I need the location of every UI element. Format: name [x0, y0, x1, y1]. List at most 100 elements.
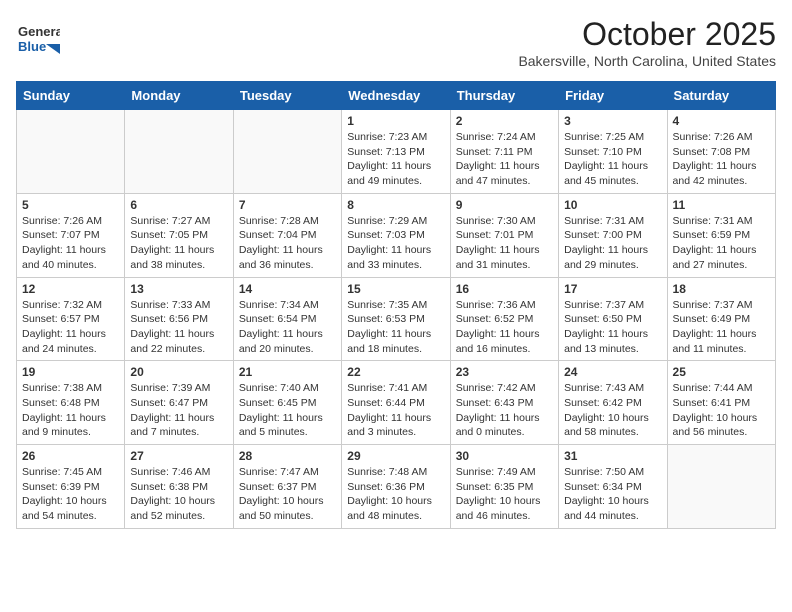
logo-icon: General Blue	[16, 16, 60, 60]
day-info: Sunrise: 7:42 AM Sunset: 6:43 PM Dayligh…	[456, 381, 553, 440]
col-header-monday: Monday	[125, 82, 233, 110]
day-number: 29	[347, 449, 444, 463]
day-info: Sunrise: 7:33 AM Sunset: 6:56 PM Dayligh…	[130, 298, 227, 357]
calendar-cell: 16 Sunrise: 7:36 AM Sunset: 6:52 PM Dayli…	[450, 277, 558, 361]
calendar-cell: 1Sunrise: 7:23 AM Sunset: 7:13 PM Daylig…	[342, 110, 450, 194]
day-number: 3	[564, 114, 661, 128]
day-number: 9	[456, 198, 553, 212]
calendar-cell: 25Sunrise: 7:44 AM Sunset: 6:41 PM Dayli…	[667, 361, 775, 445]
day-info: Sunrise: 7:50 AM Sunset: 6:34 PM Dayligh…	[564, 465, 661, 524]
calendar-cell: 12 Sunrise: 7:32 AM Sunset: 6:57 PM Dayli…	[17, 277, 125, 361]
location: Bakersville, North Carolina, United Stat…	[518, 53, 776, 69]
page-header: General Blue October 2025 Bakersville, N…	[16, 16, 776, 69]
day-info: Sunrise: 7:40 AM Sunset: 6:45 PM Dayligh…	[239, 381, 336, 440]
day-number: 24	[564, 365, 661, 379]
calendar-cell: 5 Sunrise: 7:26 AM Sunset: 7:07 PM Daylig…	[17, 193, 125, 277]
day-number: 18	[673, 282, 770, 296]
day-info: Sunrise: 7:25 AM Sunset: 7:10 PM Dayligh…	[564, 130, 661, 189]
calendar-week-row: 26 Sunrise: 7:45 AM Sunset: 6:39 PM Dayli…	[17, 445, 776, 529]
month-title: October 2025	[518, 16, 776, 53]
day-number: 8	[347, 198, 444, 212]
calendar-cell	[125, 110, 233, 194]
calendar-cell: 4 Sunrise: 7:26 AM Sunset: 7:08 PM Daylig…	[667, 110, 775, 194]
day-info: Sunrise: 7:26 AM Sunset: 7:07 PM Dayligh…	[22, 214, 119, 273]
calendar-cell: 10Sunrise: 7:31 AM Sunset: 7:00 PM Dayli…	[559, 193, 667, 277]
day-info: Sunrise: 7:26 AM Sunset: 7:08 PM Dayligh…	[673, 130, 770, 189]
day-number: 22	[347, 365, 444, 379]
day-info: Sunrise: 7:49 AM Sunset: 6:35 PM Dayligh…	[456, 465, 553, 524]
calendar-cell: 21 Sunrise: 7:40 AM Sunset: 6:45 PM Dayli…	[233, 361, 341, 445]
day-info: Sunrise: 7:47 AM Sunset: 6:37 PM Dayligh…	[239, 465, 336, 524]
day-number: 4	[673, 114, 770, 128]
day-info: Sunrise: 7:46 AM Sunset: 6:38 PM Dayligh…	[130, 465, 227, 524]
day-info: Sunrise: 7:24 AM Sunset: 7:11 PM Dayligh…	[456, 130, 553, 189]
day-number: 28	[239, 449, 336, 463]
calendar-cell: 15 Sunrise: 7:35 AM Sunset: 6:53 PM Dayli…	[342, 277, 450, 361]
calendar-week-row: 12 Sunrise: 7:32 AM Sunset: 6:57 PM Dayli…	[17, 277, 776, 361]
day-number: 12	[22, 282, 119, 296]
day-number: 13	[130, 282, 227, 296]
day-number: 21	[239, 365, 336, 379]
calendar-cell	[17, 110, 125, 194]
calendar-cell	[233, 110, 341, 194]
day-info: Sunrise: 7:34 AM Sunset: 6:54 PM Dayligh…	[239, 298, 336, 357]
day-number: 31	[564, 449, 661, 463]
day-number: 11	[673, 198, 770, 212]
col-header-sunday: Sunday	[17, 82, 125, 110]
calendar-cell: 13 Sunrise: 7:33 AM Sunset: 6:56 PM Dayli…	[125, 277, 233, 361]
day-info: Sunrise: 7:23 AM Sunset: 7:13 PM Dayligh…	[347, 130, 444, 189]
day-info: Sunrise: 7:43 AM Sunset: 6:42 PM Dayligh…	[564, 381, 661, 440]
day-number: 30	[456, 449, 553, 463]
calendar-cell: 23 Sunrise: 7:42 AM Sunset: 6:43 PM Dayli…	[450, 361, 558, 445]
day-info: Sunrise: 7:28 AM Sunset: 7:04 PM Dayligh…	[239, 214, 336, 273]
calendar-cell: 8 Sunrise: 7:29 AM Sunset: 7:03 PM Daylig…	[342, 193, 450, 277]
day-info: Sunrise: 7:39 AM Sunset: 6:47 PM Dayligh…	[130, 381, 227, 440]
calendar-week-row: 1Sunrise: 7:23 AM Sunset: 7:13 PM Daylig…	[17, 110, 776, 194]
svg-text:Blue: Blue	[18, 39, 46, 54]
day-info: Sunrise: 7:27 AM Sunset: 7:05 PM Dayligh…	[130, 214, 227, 273]
day-info: Sunrise: 7:36 AM Sunset: 6:52 PM Dayligh…	[456, 298, 553, 357]
day-info: Sunrise: 7:29 AM Sunset: 7:03 PM Dayligh…	[347, 214, 444, 273]
day-info: Sunrise: 7:32 AM Sunset: 6:57 PM Dayligh…	[22, 298, 119, 357]
day-info: Sunrise: 7:31 AM Sunset: 7:00 PM Dayligh…	[564, 214, 661, 273]
day-info: Sunrise: 7:30 AM Sunset: 7:01 PM Dayligh…	[456, 214, 553, 273]
calendar-cell: 18 Sunrise: 7:37 AM Sunset: 6:49 PM Dayli…	[667, 277, 775, 361]
calendar-cell: 17Sunrise: 7:37 AM Sunset: 6:50 PM Dayli…	[559, 277, 667, 361]
day-number: 23	[456, 365, 553, 379]
day-number: 15	[347, 282, 444, 296]
day-number: 19	[22, 365, 119, 379]
calendar-cell: 22 Sunrise: 7:41 AM Sunset: 6:44 PM Dayli…	[342, 361, 450, 445]
calendar-cell: 14 Sunrise: 7:34 AM Sunset: 6:54 PM Dayli…	[233, 277, 341, 361]
day-number: 25	[673, 365, 770, 379]
calendar-week-row: 5 Sunrise: 7:26 AM Sunset: 7:07 PM Daylig…	[17, 193, 776, 277]
day-number: 14	[239, 282, 336, 296]
calendar-cell	[667, 445, 775, 529]
day-info: Sunrise: 7:41 AM Sunset: 6:44 PM Dayligh…	[347, 381, 444, 440]
day-info: Sunrise: 7:38 AM Sunset: 6:48 PM Dayligh…	[22, 381, 119, 440]
calendar-cell: 26 Sunrise: 7:45 AM Sunset: 6:39 PM Dayli…	[17, 445, 125, 529]
day-info: Sunrise: 7:35 AM Sunset: 6:53 PM Dayligh…	[347, 298, 444, 357]
day-number: 2	[456, 114, 553, 128]
calendar-cell: 30 Sunrise: 7:49 AM Sunset: 6:35 PM Dayli…	[450, 445, 558, 529]
title-block: October 2025 Bakersville, North Carolina…	[518, 16, 776, 69]
calendar-cell: 7Sunrise: 7:28 AM Sunset: 7:04 PM Daylig…	[233, 193, 341, 277]
calendar-cell: 27Sunrise: 7:46 AM Sunset: 6:38 PM Dayli…	[125, 445, 233, 529]
col-header-thursday: Thursday	[450, 82, 558, 110]
day-info: Sunrise: 7:31 AM Sunset: 6:59 PM Dayligh…	[673, 214, 770, 273]
day-number: 16	[456, 282, 553, 296]
day-number: 20	[130, 365, 227, 379]
calendar-cell: 20 Sunrise: 7:39 AM Sunset: 6:47 PM Dayli…	[125, 361, 233, 445]
day-info: Sunrise: 7:45 AM Sunset: 6:39 PM Dayligh…	[22, 465, 119, 524]
calendar-header-row: SundayMondayTuesdayWednesdayThursdayFrid…	[17, 82, 776, 110]
day-number: 5	[22, 198, 119, 212]
col-header-wednesday: Wednesday	[342, 82, 450, 110]
day-number: 26	[22, 449, 119, 463]
day-info: Sunrise: 7:37 AM Sunset: 6:49 PM Dayligh…	[673, 298, 770, 357]
calendar-cell: 2 Sunrise: 7:24 AM Sunset: 7:11 PM Daylig…	[450, 110, 558, 194]
col-header-friday: Friday	[559, 82, 667, 110]
calendar-cell: 24 Sunrise: 7:43 AM Sunset: 6:42 PM Dayli…	[559, 361, 667, 445]
calendar-cell: 9 Sunrise: 7:30 AM Sunset: 7:01 PM Daylig…	[450, 193, 558, 277]
calendar-cell: 29Sunrise: 7:48 AM Sunset: 6:36 PM Dayli…	[342, 445, 450, 529]
calendar-cell: 28 Sunrise: 7:47 AM Sunset: 6:37 PM Dayli…	[233, 445, 341, 529]
logo: General Blue	[16, 16, 60, 60]
